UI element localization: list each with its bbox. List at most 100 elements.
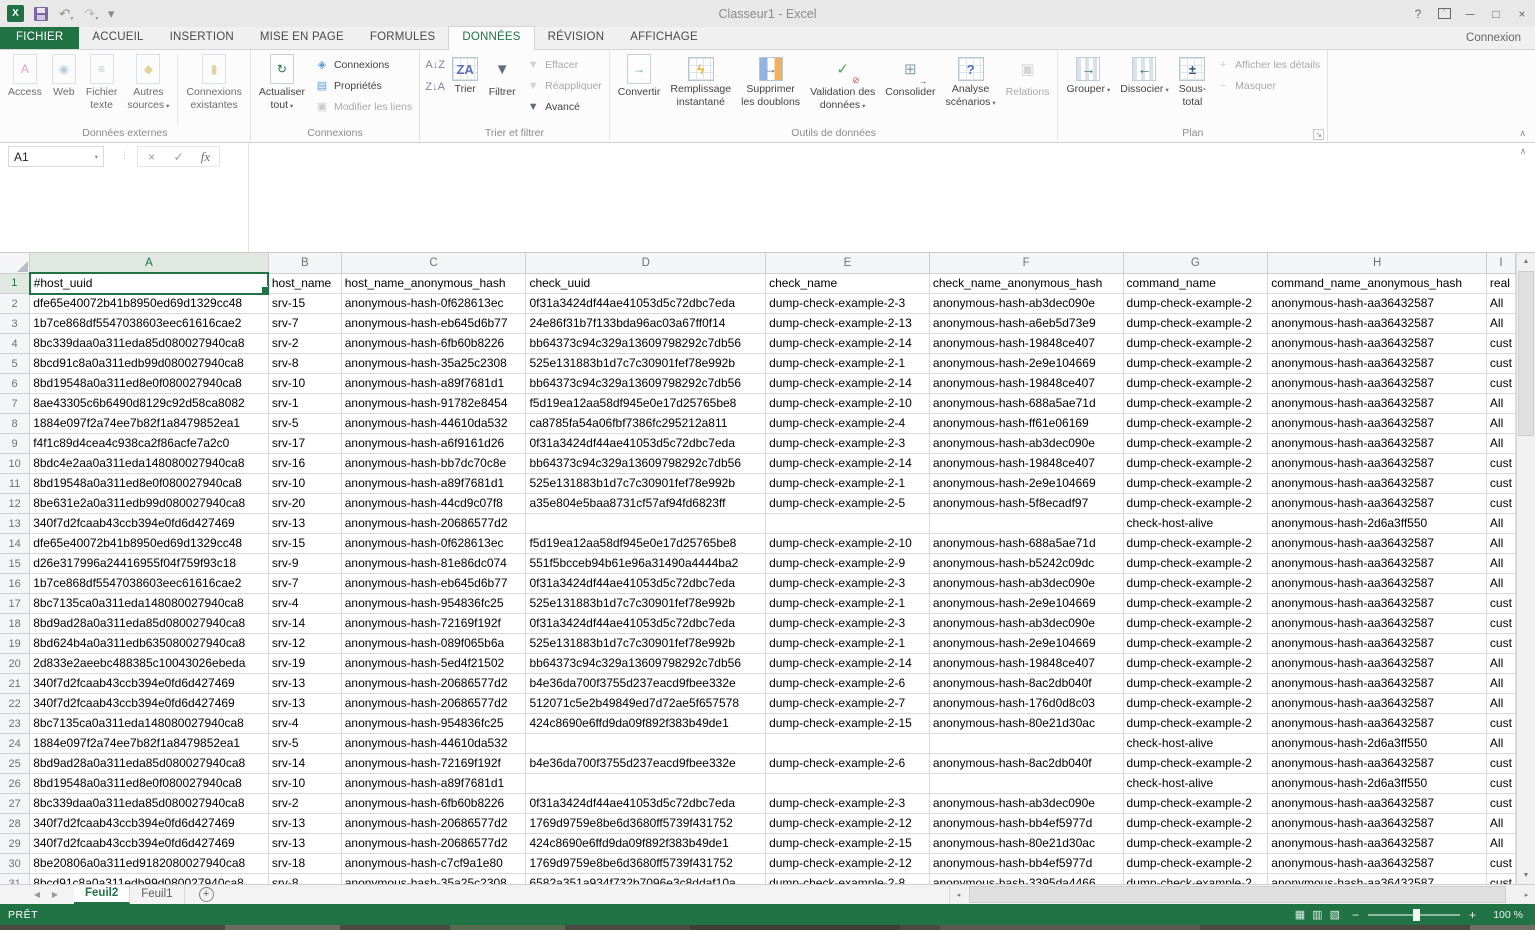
cell-I25[interactable]: cust <box>1486 754 1515 774</box>
cell-E1[interactable]: check_name <box>766 273 930 294</box>
cell-B11[interactable]: srv-10 <box>268 474 341 494</box>
cell-C7[interactable]: anonymous-hash-91782e8454 <box>341 394 526 414</box>
cell-G26[interactable]: check-host-alive <box>1123 774 1268 794</box>
row-header-28[interactable]: 28 <box>0 814 30 834</box>
cell-D1[interactable]: check_uuid <box>526 273 766 294</box>
cell-B15[interactable]: srv-9 <box>268 554 341 574</box>
cell-I31[interactable]: cust <box>1486 874 1515 885</box>
cell-E27[interactable]: dump-check-example-2-3 <box>766 794 930 814</box>
cell-H21[interactable]: anonymous-hash-aa36432587 <box>1268 674 1487 694</box>
cell-A18[interactable]: 8bd9ad28a0a311eda85d080027940ca8 <box>30 614 269 634</box>
save-icon[interactable] <box>34 7 48 21</box>
cell-F5[interactable]: anonymous-hash-2e9e104669 <box>929 354 1123 374</box>
cell-C11[interactable]: anonymous-hash-a89f7681d1 <box>341 474 526 494</box>
row-header-3[interactable]: 3 <box>0 314 30 334</box>
vertical-scrollbar-thumb[interactable] <box>1518 271 1534 436</box>
cell-H7[interactable]: anonymous-hash-aa36432587 <box>1268 394 1487 414</box>
ribbon-display-options-button[interactable]: ˆ <box>1431 0 1457 27</box>
data-validation-button[interactable]: ✓⊘Validation des données▾ <box>805 53 880 114</box>
cell-F23[interactable]: anonymous-hash-80e21d30ac <box>929 714 1123 734</box>
cell-D13[interactable] <box>526 514 766 534</box>
insert-function-icon[interactable]: fx <box>192 147 219 166</box>
column-header-B[interactable]: B <box>268 253 341 273</box>
cell-E23[interactable]: dump-check-example-2-15 <box>766 714 930 734</box>
row-header-2[interactable]: 2 <box>0 294 30 314</box>
cell-E18[interactable]: dump-check-example-2-3 <box>766 614 930 634</box>
cell-F24[interactable] <box>929 734 1123 754</box>
cell-C2[interactable]: anonymous-hash-0f628613ec <box>341 294 526 314</box>
filter-button[interactable]: ▼Filtrer <box>483 53 521 100</box>
cell-A1[interactable]: #host_uuid <box>30 273 269 294</box>
cell-F3[interactable]: anonymous-hash-a6eb5d73e9 <box>929 314 1123 334</box>
cell-A26[interactable]: 8bd19548a0a311ed8e0f080027940ca8 <box>30 774 269 794</box>
cell-C24[interactable]: anonymous-hash-44610da532 <box>341 734 526 754</box>
cell-F30[interactable]: anonymous-hash-bb4ef5977d <box>929 854 1123 874</box>
row-header-13[interactable]: 13 <box>0 514 30 534</box>
cell-C13[interactable]: anonymous-hash-20686577d2 <box>341 514 526 534</box>
web-button[interactable]: ◉Web <box>47 53 81 100</box>
cell-F20[interactable]: anonymous-hash-19848ce407 <box>929 654 1123 674</box>
dialog-launcher-plan[interactable]: ↘ <box>1313 129 1324 140</box>
cell-F17[interactable]: anonymous-hash-2e9e104669 <box>929 594 1123 614</box>
cell-H4[interactable]: anonymous-hash-aa36432587 <box>1268 334 1487 354</box>
cell-H16[interactable]: anonymous-hash-aa36432587 <box>1268 574 1487 594</box>
cell-H18[interactable]: anonymous-hash-aa36432587 <box>1268 614 1487 634</box>
cell-D7[interactable]: f5d19ea12aa58df945e0e17d25765be8 <box>526 394 766 414</box>
cell-E12[interactable]: dump-check-example-2-5 <box>766 494 930 514</box>
cell-B23[interactable]: srv-4 <box>268 714 341 734</box>
consolidate-button[interactable]: ⊞→Consolider <box>880 53 940 100</box>
cell-H9[interactable]: anonymous-hash-aa36432587 <box>1268 434 1487 454</box>
cell-H31[interactable]: anonymous-hash-aa36432587 <box>1268 874 1487 885</box>
cell-I4[interactable]: cust <box>1486 334 1515 354</box>
cell-I21[interactable]: All <box>1486 674 1515 694</box>
sheet-nav-next-icon[interactable]: ▶ <box>46 885 64 904</box>
cell-A21[interactable]: 340f7d2fcaab43ccb394e0fd6d427469 <box>30 674 269 694</box>
show-detail-button[interactable]: +Afficher les détails <box>1211 54 1324 75</box>
row-header-29[interactable]: 29 <box>0 834 30 854</box>
cell-E16[interactable]: dump-check-example-2-3 <box>766 574 930 594</box>
cell-C17[interactable]: anonymous-hash-954836fc25 <box>341 594 526 614</box>
cell-C29[interactable]: anonymous-hash-20686577d2 <box>341 834 526 854</box>
hide-detail-button[interactable]: −Masquer <box>1211 75 1324 96</box>
cell-E6[interactable]: dump-check-example-2-14 <box>766 374 930 394</box>
tab-fichier[interactable]: FICHIER <box>0 26 79 49</box>
cell-D5[interactable]: 525e131883b1d7c7c30901fef78e992b <box>526 354 766 374</box>
row-header-6[interactable]: 6 <box>0 374 30 394</box>
cell-B24[interactable]: srv-5 <box>268 734 341 754</box>
cell-G16[interactable]: dump-check-example-2 <box>1123 574 1268 594</box>
cell-G17[interactable]: dump-check-example-2 <box>1123 594 1268 614</box>
connections-button[interactable]: ◈Connexions <box>310 54 416 75</box>
cell-H14[interactable]: anonymous-hash-aa36432587 <box>1268 534 1487 554</box>
cell-B12[interactable]: srv-20 <box>268 494 341 514</box>
cell-C9[interactable]: anonymous-hash-a6f9161d26 <box>341 434 526 454</box>
cell-G4[interactable]: dump-check-example-2 <box>1123 334 1268 354</box>
cell-I5[interactable]: cust <box>1486 354 1515 374</box>
scroll-left-icon[interactable]: ◂ <box>950 891 967 899</box>
cell-I10[interactable]: cust <box>1486 454 1515 474</box>
sort-az-button[interactable]: A↓Z <box>423 55 447 75</box>
cell-H29[interactable]: anonymous-hash-aa36432587 <box>1268 834 1487 854</box>
cell-F14[interactable]: anonymous-hash-688a5ae71d <box>929 534 1123 554</box>
row-header-21[interactable]: 21 <box>0 674 30 694</box>
column-header-A[interactable]: A <box>30 253 269 273</box>
cell-E21[interactable]: dump-check-example-2-6 <box>766 674 930 694</box>
row-header-8[interactable]: 8 <box>0 414 30 434</box>
cell-A25[interactable]: 8bd9ad28a0a311eda85d080027940ca8 <box>30 754 269 774</box>
cell-I20[interactable]: All <box>1486 654 1515 674</box>
cell-G29[interactable]: dump-check-example-2 <box>1123 834 1268 854</box>
cell-B20[interactable]: srv-19 <box>268 654 341 674</box>
cell-B8[interactable]: srv-5 <box>268 414 341 434</box>
cell-F19[interactable]: anonymous-hash-2e9e104669 <box>929 634 1123 654</box>
tab-affichage[interactable]: AFFICHAGE <box>617 26 711 49</box>
cell-D30[interactable]: 1769d9759e8be6d3680ff5739f431752 <box>526 854 766 874</box>
tab-mise-en-page[interactable]: MISE EN PAGE <box>247 26 357 49</box>
zoom-slider-thumb[interactable] <box>1413 909 1420 921</box>
cell-E9[interactable]: dump-check-example-2-3 <box>766 434 930 454</box>
cell-G6[interactable]: dump-check-example-2 <box>1123 374 1268 394</box>
cell-C10[interactable]: anonymous-hash-bb7dc70c8e <box>341 454 526 474</box>
cell-B29[interactable]: srv-13 <box>268 834 341 854</box>
edit-links-button[interactable]: ▣Modifier les liens <box>310 96 416 117</box>
row-header-24[interactable]: 24 <box>0 734 30 754</box>
cell-D16[interactable]: 0f31a3424df44ae41053d5c72dbc7eda <box>526 574 766 594</box>
cell-B6[interactable]: srv-10 <box>268 374 341 394</box>
